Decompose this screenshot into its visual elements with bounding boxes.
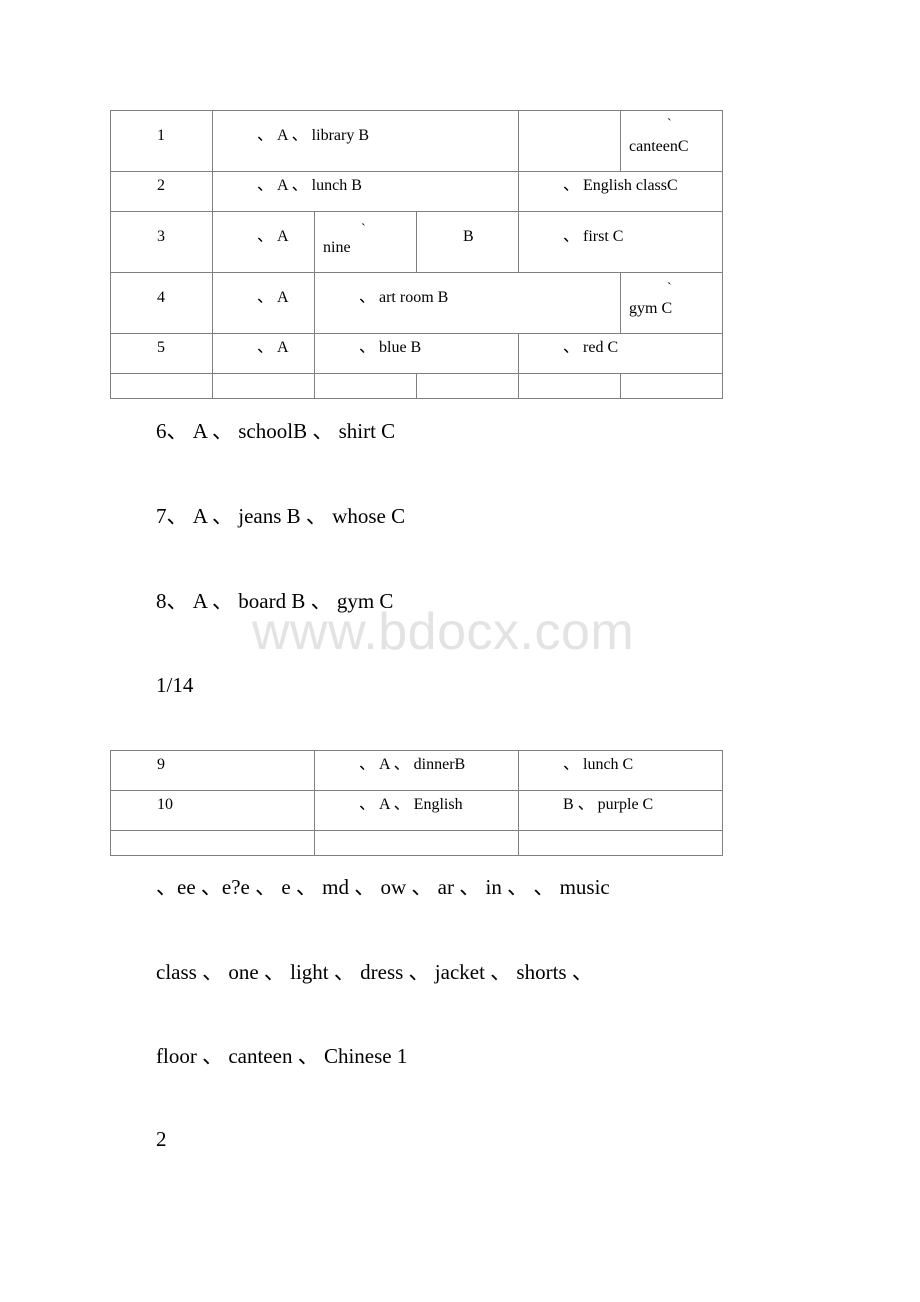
table-row: 3 、 A ` nine B 、 first C <box>110 211 724 273</box>
question-line: 7、 A 、 jeans B 、 whose C <box>156 504 406 528</box>
word-list-line: 2 <box>156 1127 167 1151</box>
row-number-cell: 10 <box>110 790 315 831</box>
option-c-cell: ` canteenC <box>620 110 724 172</box>
row-number-cell: 5 <box>110 333 213 374</box>
accent-mark: ` <box>667 117 672 132</box>
option-a-text: 、 A <box>257 339 289 356</box>
row-number: 2 <box>157 177 165 194</box>
option-b-cell: ` nine <box>314 211 417 273</box>
option-c-text: canteenC <box>629 138 689 155</box>
row-number: 1 <box>157 127 165 144</box>
row-number-cell: 9 <box>110 750 315 791</box>
option-b-label: B <box>463 228 474 245</box>
option-b-text: 、 art room B <box>359 289 449 306</box>
option-c-text: 、 red C <box>563 339 619 356</box>
empty-table-row <box>110 373 724 399</box>
table-row: 9 、 A 、 dinnerB 、 lunch C <box>110 750 723 791</box>
option-c-cell: ` gym C <box>620 272 724 334</box>
option-b-cell: B 、 purple C <box>518 790 723 831</box>
option-b-text: nine <box>323 239 351 256</box>
option-a-cell: 、 A 、 dinnerB <box>314 750 519 791</box>
table-row: 4 、 A 、 art room B ` gym C <box>110 272 724 334</box>
row-number-cell: 2 <box>110 171 213 212</box>
option-a-text: 、 A 、 English <box>359 796 463 813</box>
row-number: 10 <box>157 796 173 813</box>
option-b-text: 、 English classC <box>563 177 678 194</box>
option-c-cell: 、 first C <box>518 211 724 273</box>
question-table-2: 9 、 A 、 dinnerB 、 lunch C 10 、 A 、 Engli… <box>110 750 723 856</box>
option-a-text: 、 A 、 dinnerB <box>359 756 466 773</box>
row-number: 4 <box>157 289 165 306</box>
table-row: 10 、 A 、 English B 、 purple C <box>110 790 723 831</box>
page-number: 1/14 <box>156 673 194 697</box>
option-b-label-cell: B <box>415 211 520 273</box>
option-a-text: 、 A <box>257 228 289 245</box>
row-number: 5 <box>157 339 165 356</box>
empty-cell <box>212 373 315 399</box>
option-b-cell: 、 English classC <box>518 171 724 212</box>
option-b-cell: 、 blue B <box>313 333 520 374</box>
option-c-text: 、 first C <box>563 228 624 245</box>
table-row: 2 、 A 、 lunch B 、 English classC <box>110 171 724 212</box>
option-a-cell: 、 A <box>212 333 315 374</box>
row-number-cell: 3 <box>110 211 213 273</box>
row-number-cell: 1 <box>110 110 213 172</box>
option-a-cell: 、 A <box>212 272 315 334</box>
table-row: 1 、 A 、 library B ` canteenC <box>110 110 724 172</box>
option-b-text: 、 blue B <box>359 339 422 356</box>
empty-cell <box>620 373 724 399</box>
option-a-cell: 、 A 、 library B <box>211 110 520 172</box>
option-b-cell <box>518 110 622 172</box>
option-a-text: 、 A <box>257 289 289 306</box>
empty-table-row <box>110 830 723 856</box>
option-a-text: 、 A 、 lunch B <box>257 177 362 194</box>
option-a-text: 、 A 、 library B <box>257 127 369 144</box>
option-b-cell: 、 art room B <box>313 272 622 334</box>
question-line: 6、 A 、 schoolB 、 shirt C <box>156 419 396 443</box>
empty-cell <box>518 830 723 856</box>
option-b-cell: 、 lunch C <box>518 750 723 791</box>
word-list-line: class 、 one 、 light 、 dress 、 jacket 、 s… <box>156 960 593 984</box>
option-b-text: 、 lunch C <box>563 756 634 773</box>
option-a-cell: 、 A <box>212 211 315 273</box>
row-number-cell: 4 <box>110 272 213 334</box>
table-row: 5 、 A 、 blue B 、 red C <box>110 333 724 374</box>
option-c-text: gym C <box>629 300 673 317</box>
empty-cell <box>314 830 519 856</box>
watermark: www.bdocx.com <box>252 603 635 661</box>
option-b-text: B 、 purple C <box>563 796 654 813</box>
row-number: 9 <box>157 756 165 773</box>
word-list-line: floor 、 canteen 、 Chinese 1 <box>156 1044 408 1068</box>
question-table-1: 1 、 A 、 library B ` canteenC 2 、 A 、 lunc… <box>110 110 724 399</box>
option-a-cell: 、 A 、 lunch B <box>211 171 520 212</box>
option-c-cell: 、 red C <box>518 333 724 374</box>
empty-cell <box>110 830 315 856</box>
accent-mark: ` <box>361 222 366 237</box>
option-a-cell: 、 A 、 English <box>314 790 519 831</box>
empty-cell <box>110 373 213 399</box>
empty-cell <box>518 373 622 399</box>
row-number: 3 <box>157 228 165 245</box>
word-list-line: 、ee 、e?e 、 e 、 md 、 ow 、 ar 、 in 、 、 mus… <box>156 875 610 899</box>
empty-cell <box>314 373 417 399</box>
accent-mark: ` <box>667 281 672 296</box>
empty-cell <box>415 373 520 399</box>
